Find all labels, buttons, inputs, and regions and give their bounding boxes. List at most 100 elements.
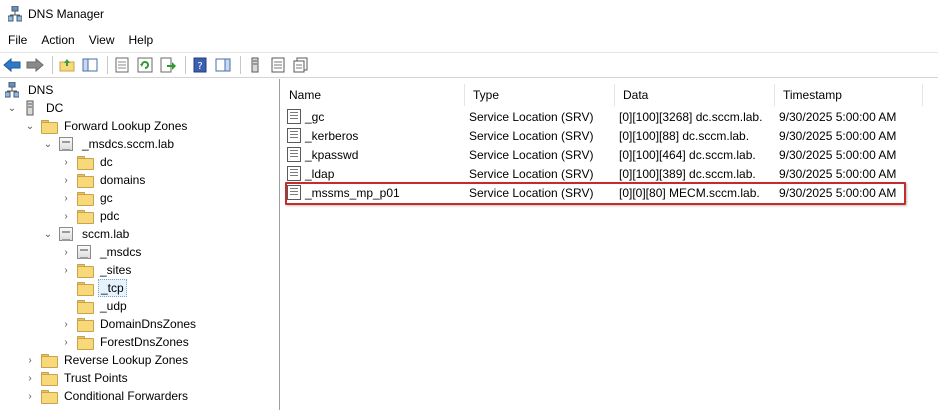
folder-icon: [40, 371, 58, 386]
menu-file[interactable]: File: [2, 31, 33, 49]
folder-icon: [76, 281, 94, 296]
results-list: Name Type Data Timestamp _gc Service Loc…: [281, 79, 938, 410]
folder-icon: [40, 119, 58, 134]
record-type: Service Location (SRV): [469, 166, 594, 181]
table-row[interactable]: _ldap Service Location (SRV) [0][100][38…: [281, 164, 938, 183]
tree-item-forward-lookup-zones[interactable]: ⌄ Forward Lookup Zones: [24, 117, 189, 135]
tree-item-msdcs-zone[interactable]: ⌄ _msdcs.sccm.lab: [42, 135, 176, 153]
folder-icon: [76, 155, 94, 170]
table-row[interactable]: _gc Service Location (SRV) [0][100][3268…: [281, 107, 938, 126]
tree-label: ForestDnsZones: [100, 335, 189, 349]
zone-icon[interactable]: [268, 55, 288, 75]
table-row[interactable]: _kerberos Service Location (SRV) [0][100…: [281, 126, 938, 145]
record-timestamp: 9/30/2025 5:00:00 AM: [779, 109, 897, 124]
chevron-down-icon[interactable]: ⌄: [42, 228, 54, 240]
menu-help[interactable]: Help: [123, 31, 160, 49]
tree-label: _tcp: [98, 279, 127, 297]
chevron-down-icon[interactable]: ⌄: [24, 120, 36, 132]
tree-label: DC: [46, 101, 64, 115]
tree-label: _udp: [100, 299, 127, 313]
menu-view[interactable]: View: [83, 31, 121, 49]
record-name: _kerberos: [305, 128, 359, 143]
tree-item-forestdnszones-folder[interactable]: › ForestDnsZones: [60, 333, 191, 351]
help-icon[interactable]: ?: [190, 55, 210, 75]
chevron-right-icon[interactable]: ›: [24, 390, 36, 402]
record-data: [0][100][88] dc.sccm.lab.: [619, 128, 750, 143]
tree-item-trust-points[interactable]: › Trust Points: [24, 369, 130, 387]
record-type: Service Location (SRV): [469, 128, 594, 143]
column-header-data[interactable]: Data: [615, 84, 775, 106]
tree-item-dns[interactable]: DNS: [4, 81, 55, 99]
tree-item-domaindnszones-folder[interactable]: › DomainDnsZones: [60, 315, 198, 333]
folder-icon: [76, 317, 94, 332]
column-header-timestamp[interactable]: Timestamp: [775, 84, 923, 106]
table-row[interactable]: _kpasswd Service Location (SRV) [0][100]…: [281, 145, 938, 164]
folder-icon: [40, 353, 58, 368]
tree-item-pdc-folder[interactable]: › pdc: [60, 207, 121, 225]
tree-item-sites-folder[interactable]: › _sites: [60, 261, 133, 279]
chevron-right-icon[interactable]: ›: [60, 318, 72, 330]
column-header-name[interactable]: Name: [281, 84, 465, 106]
tree-item-gc-folder[interactable]: › gc: [60, 189, 115, 207]
server-icon[interactable]: [245, 55, 265, 75]
tree-label: sccm.lab: [82, 227, 130, 241]
toolbar-separator: [107, 56, 108, 74]
svg-text:?: ?: [197, 61, 202, 72]
zone-icon: [58, 227, 74, 241]
up-folder-icon[interactable]: [57, 55, 77, 75]
forward-arrow-icon[interactable]: [25, 55, 45, 75]
tree-item-conditional-forwarders[interactable]: › Conditional Forwarders: [24, 387, 190, 405]
show-hide-tree-icon[interactable]: [80, 55, 100, 75]
chevron-right-icon[interactable]: ›: [60, 246, 72, 258]
toolbar-separator: [240, 56, 241, 74]
refresh-icon[interactable]: [135, 55, 155, 75]
folder-icon: [76, 191, 94, 206]
back-arrow-icon[interactable]: [2, 55, 22, 75]
chevron-right-icon[interactable]: ›: [60, 336, 72, 348]
record-type: Service Location (SRV): [469, 147, 594, 162]
tree-item-dc[interactable]: ⌄ DC: [6, 99, 65, 117]
window-title: DNS Manager: [28, 7, 105, 21]
records-icon[interactable]: [291, 55, 311, 75]
chevron-right-icon[interactable]: ›: [24, 372, 36, 384]
server-icon: [22, 100, 38, 116]
tree-item-reverse-lookup-zones[interactable]: › Reverse Lookup Zones: [24, 351, 190, 369]
column-header-type[interactable]: Type: [465, 84, 615, 106]
chevron-right-icon[interactable]: ›: [60, 156, 72, 168]
record-timestamp: 9/30/2025 5:00:00 AM: [779, 128, 897, 143]
record-name: _gc: [305, 109, 325, 124]
title-bar: DNS Manager: [0, 0, 938, 28]
tree-item-domains-folder[interactable]: › domains: [60, 171, 147, 189]
properties-icon[interactable]: [112, 55, 132, 75]
tree-item-dc-folder[interactable]: › dc: [60, 153, 115, 171]
action-pane-icon[interactable]: [213, 55, 233, 75]
folder-icon: [40, 389, 58, 404]
tree-item-udp-folder[interactable]: _udp: [60, 297, 129, 315]
export-list-icon[interactable]: [158, 55, 178, 75]
tree-item-sccm-zone[interactable]: ⌄ sccm.lab: [42, 225, 131, 243]
toolbar: ?: [0, 52, 938, 78]
toolbar-separator: [185, 56, 186, 74]
tree-label: DomainDnsZones: [100, 317, 197, 331]
record-type: Service Location (SRV): [469, 109, 594, 124]
highlight-annotation-box: [285, 182, 906, 205]
tree-item-tcp-folder[interactable]: _tcp: [60, 279, 127, 297]
tree-label: _msdcs.sccm.lab: [82, 137, 175, 151]
tree-label: DNS: [28, 83, 54, 97]
menu-action[interactable]: Action: [35, 31, 80, 49]
srv-record-icon: [287, 166, 301, 181]
dns-manager-icon: [8, 6, 22, 22]
menu-bar: File Action View Help: [0, 29, 161, 51]
srv-record-icon: [287, 128, 301, 143]
chevron-right-icon[interactable]: ›: [60, 174, 72, 186]
tree-item-msdcs-delegation[interactable]: › _msdcs: [60, 243, 143, 261]
chevron-right-icon[interactable]: ›: [24, 354, 36, 366]
folder-icon: [76, 299, 94, 314]
record-name: _kpasswd: [305, 147, 359, 162]
record-timestamp: 9/30/2025 5:00:00 AM: [779, 147, 897, 162]
chevron-right-icon[interactable]: ›: [60, 210, 72, 222]
chevron-right-icon[interactable]: ›: [60, 264, 72, 276]
chevron-right-icon[interactable]: ›: [60, 192, 72, 204]
chevron-down-icon[interactable]: ⌄: [6, 102, 18, 114]
chevron-down-icon[interactable]: ⌄: [42, 138, 54, 150]
